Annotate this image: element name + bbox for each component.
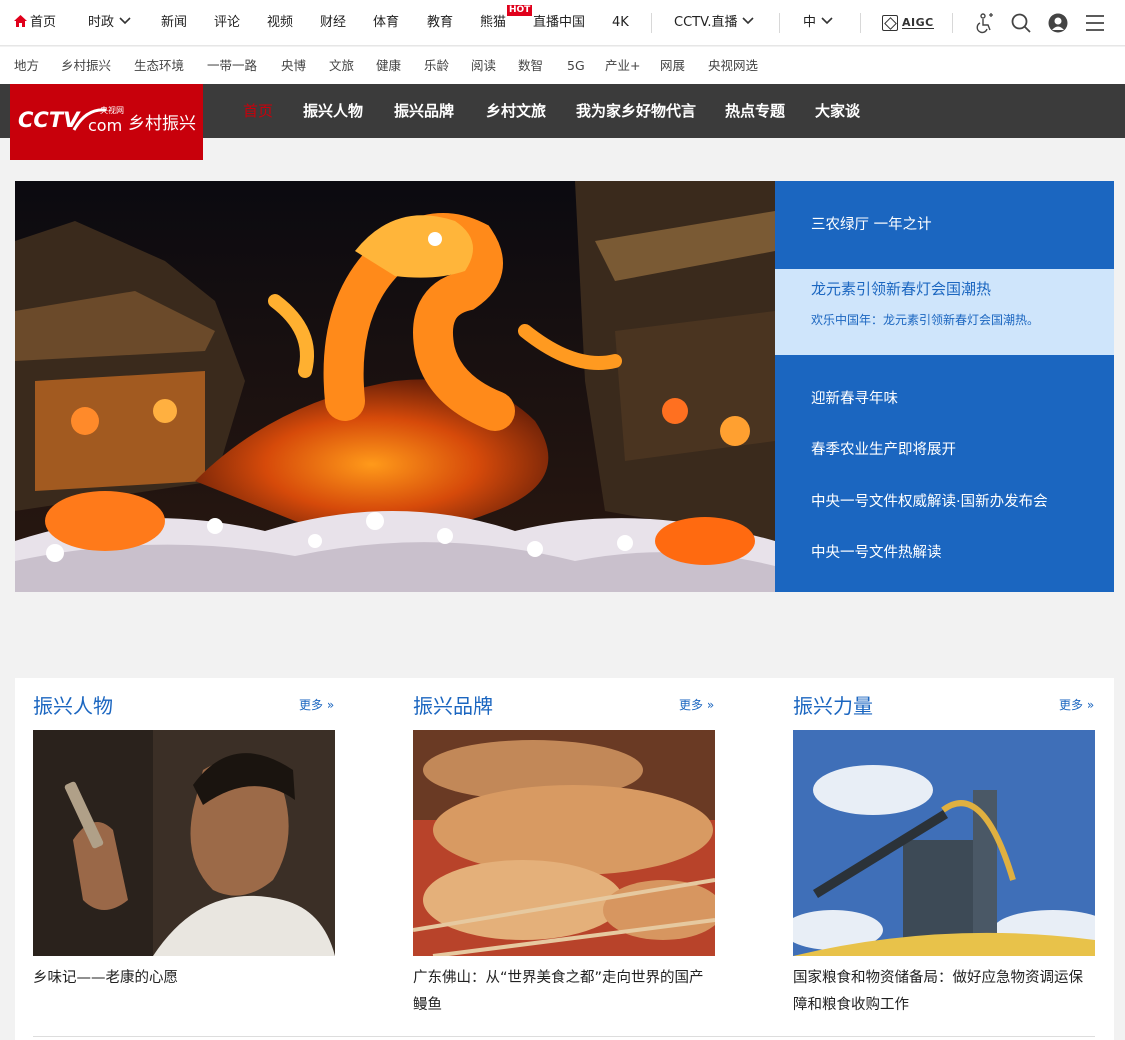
nav-comment[interactable]: 评论: [214, 0, 240, 46]
chevron-down-icon: [742, 17, 755, 25]
tab-home[interactable]: 首页: [243, 84, 273, 138]
top-nav: 首页 时政 新闻 评论 视频 财经 体育 教育 熊猫 HOT 直播中国 4K C…: [0, 0, 1125, 46]
hero-headline-item[interactable]: 中央一号文件权威解读·国新办发布会: [811, 490, 1048, 511]
column-title[interactable]: 振兴力量: [793, 690, 873, 719]
more-link[interactable]: 更多 »: [679, 696, 714, 713]
column-title[interactable]: 振兴人物: [33, 690, 113, 719]
chevron-down-icon: [119, 17, 131, 25]
tab-hometown-goods[interactable]: 我为家乡好物代言: [576, 84, 696, 138]
subnav-item[interactable]: 文旅: [329, 47, 354, 84]
hero-headline-list: 三农绿厅 一年之计 龙元素引领新春灯会国潮热 欢乐中国年：龙元素引领新春灯会国潮…: [775, 181, 1114, 592]
home-icon: [14, 15, 27, 27]
nav-divider: [779, 13, 780, 33]
svg-text:央视网: 央视网: [100, 105, 124, 115]
sub-nav: 地方 乡村振兴 生态环境 一带一路 央博 文旅 健康 乐龄 阅读 数智 5G 产…: [0, 47, 1125, 84]
article-image[interactable]: [33, 730, 335, 956]
nav-divider: [860, 13, 861, 33]
hero-headline-item[interactable]: 春季农业生产即将展开: [811, 438, 956, 459]
tab-revitalize-brand[interactable]: 振兴品牌: [394, 84, 454, 138]
column-title[interactable]: 振兴品牌: [413, 690, 493, 719]
nav-4k[interactable]: 4K: [612, 0, 629, 46]
article-caption[interactable]: 广东佛山：从“世界美食之都”走向世界的国产鳗鱼: [413, 965, 715, 1019]
nav-cctv-live[interactable]: CCTV.直播: [674, 0, 755, 46]
cctv-logo-icon: CCTV 央视网 com: [18, 105, 124, 135]
tab-hot-topics[interactable]: 热点专题: [725, 84, 785, 138]
svg-text:com: com: [88, 116, 122, 135]
article-caption[interactable]: 乡味记——老康的心愿: [33, 965, 335, 992]
man-with-phone-photo: [33, 730, 335, 956]
subnav-item[interactable]: 健康: [376, 47, 401, 84]
more-link[interactable]: 更多 »: [1059, 696, 1094, 713]
subnav-item[interactable]: 产业+: [605, 47, 640, 84]
subnav-item[interactable]: 一带一路: [207, 47, 257, 84]
hero-headline-active[interactable]: 龙元素引领新春灯会国潮热: [811, 278, 991, 299]
cctv-logo[interactable]: CCTV 央视网 com 乡村振兴: [10, 84, 203, 160]
hot-badge: HOT: [507, 5, 533, 16]
tab-revitalize-people[interactable]: 振兴人物: [303, 84, 363, 138]
accessibility-icon[interactable]: [974, 12, 996, 34]
channel-name: 乡村振兴: [128, 114, 196, 134]
chevron-down-icon: [821, 17, 833, 25]
hero-headline-active-desc: 欢乐中国年：龙元素引领新春灯会国潮热。: [811, 313, 1040, 327]
aigc-logo[interactable]: AIGC: [882, 13, 934, 33]
hero-headline-item[interactable]: 三农绿厅 一年之计: [811, 213, 932, 234]
hero-headline-item[interactable]: 迎新春寻年味: [811, 387, 898, 408]
grain-silo-photo: [793, 730, 1095, 956]
grilled-eel-photo: [413, 730, 715, 956]
subnav-item[interactable]: 阅读: [471, 47, 496, 84]
subnav-item[interactable]: 网展: [660, 47, 685, 84]
nav-video[interactable]: 视频: [267, 0, 293, 46]
nav-finance[interactable]: 财经: [320, 0, 346, 46]
article-image[interactable]: [413, 730, 715, 956]
nav-news[interactable]: 新闻: [161, 0, 187, 46]
subnav-item[interactable]: 5G: [567, 47, 585, 84]
nav-divider: [952, 13, 953, 33]
nav-sports[interactable]: 体育: [373, 0, 399, 46]
nav-divider: [651, 13, 652, 33]
divider: [33, 1036, 1095, 1037]
subnav-item[interactable]: 乡村振兴: [61, 47, 111, 84]
subnav-item[interactable]: 央视网选: [708, 47, 758, 84]
nav-panda[interactable]: 熊猫 HOT: [480, 0, 533, 46]
article-image[interactable]: [793, 730, 1095, 956]
nav-live-china[interactable]: 直播中国: [533, 0, 585, 46]
subnav-item[interactable]: 央博: [281, 47, 306, 84]
tab-rural-tourism[interactable]: 乡村文旅: [486, 84, 546, 138]
aigc-icon: [882, 15, 898, 31]
user-icon[interactable]: [1047, 12, 1069, 34]
tab-discussion[interactable]: 大家谈: [815, 84, 860, 138]
menu-icon[interactable]: [1084, 12, 1106, 34]
subnav-item[interactable]: 地方: [14, 47, 39, 84]
subnav-item[interactable]: 乐龄: [424, 47, 449, 84]
language-select[interactable]: 中: [803, 0, 833, 46]
search-icon[interactable]: [1010, 12, 1032, 34]
subnav-item[interactable]: 生态环境: [134, 47, 184, 84]
nav-politics[interactable]: 时政: [88, 0, 131, 46]
dragon-lantern-photo: [15, 181, 775, 592]
hero-headline-item[interactable]: 中央一号文件热解读: [811, 541, 942, 562]
more-link[interactable]: 更多 »: [299, 696, 334, 713]
nav-education[interactable]: 教育: [427, 0, 453, 46]
article-caption[interactable]: 国家粮食和物资储备局：做好应急物资调运保障和粮食收购工作: [793, 965, 1095, 1019]
nav-home[interactable]: 首页: [14, 0, 56, 46]
subnav-item[interactable]: 数智: [518, 47, 543, 84]
hero-image-dragon-lantern[interactable]: [15, 181, 775, 592]
svg-text:CCTV: CCTV: [18, 108, 81, 132]
